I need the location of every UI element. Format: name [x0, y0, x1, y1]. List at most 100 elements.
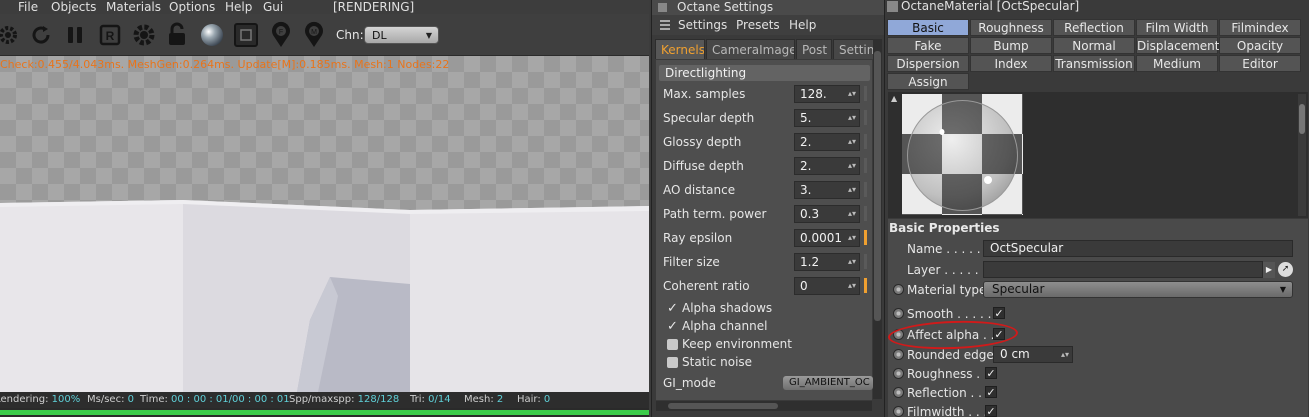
section-header-directlighting[interactable]: Directlighting: [659, 65, 870, 81]
render-viewport[interactable]: Check:0.455/4.043ms. MeshGen:0.264ms. Up…: [0, 56, 649, 392]
spinner-icon[interactable]: ▴▾: [848, 182, 856, 198]
layer-pick-cursor-icon[interactable]: ➚: [1278, 262, 1293, 277]
menu-settings[interactable]: Settings: [678, 15, 727, 35]
checkbox-row[interactable]: ✓ Alpha shadows: [667, 301, 867, 317]
setting-slider-handle[interactable]: [864, 254, 867, 269]
animate-radio-icon[interactable]: [893, 284, 904, 295]
setting-input[interactable]: 2. ▴▾: [794, 133, 860, 151]
menu-grip-icon[interactable]: [660, 19, 670, 31]
spinner-icon[interactable]: ▴▾: [848, 134, 856, 150]
checkmark-icon[interactable]: ✓: [993, 307, 1005, 319]
spinner-icon[interactable]: ▴▾: [848, 230, 856, 246]
tab-film-width[interactable]: Film Width: [1136, 19, 1218, 36]
gi-mode-dropdown[interactable]: GI_AMBIENT_OC: [783, 376, 873, 390]
setting-slider-handle[interactable]: [864, 86, 867, 101]
spinner-icon[interactable]: ▴▾: [848, 110, 856, 126]
tab-reflection[interactable]: Reflection: [1053, 19, 1135, 36]
setting-slider-handle[interactable]: [864, 110, 867, 125]
frame-icon[interactable]: [232, 21, 260, 49]
channel-select[interactable]: DL ▼: [364, 26, 439, 44]
tab-bump[interactable]: Bump: [970, 37, 1052, 54]
checkbox-icon[interactable]: [667, 339, 678, 350]
checkmark-icon[interactable]: ✓: [667, 320, 678, 333]
tab-normal[interactable]: Normal: [1053, 37, 1135, 54]
spinner-icon[interactable]: ▴▾: [1061, 347, 1069, 362]
setting-slider-handle[interactable]: [864, 230, 867, 245]
checkbox-row[interactable]: Static noise: [667, 355, 867, 371]
checkmark-icon[interactable]: ✓: [985, 405, 997, 417]
tab-roughness[interactable]: Roughness: [970, 19, 1052, 36]
menu-file[interactable]: File: [18, 0, 38, 14]
material-ball-icon[interactable]: [198, 21, 226, 49]
preview-scrollbar[interactable]: [1298, 94, 1306, 216]
tab-displacement[interactable]: Displacement: [1136, 37, 1220, 54]
menu-objects[interactable]: Objects: [51, 0, 96, 14]
setting-slider-handle[interactable]: [864, 134, 867, 149]
setting-slider-handle[interactable]: [864, 182, 867, 197]
gear-icon[interactable]: [0, 21, 22, 49]
pause-icon[interactable]: [61, 21, 89, 49]
checkbox-icon[interactable]: [667, 357, 678, 368]
setting-slider-handle[interactable]: [864, 206, 867, 221]
setting-input[interactable]: 5. ▴▾: [794, 109, 860, 127]
tab-transmission[interactable]: Transmission: [1053, 55, 1135, 72]
menu-help[interactable]: Help: [789, 15, 816, 35]
region-render-icon[interactable]: R: [96, 21, 124, 49]
tab-kernels[interactable]: Kernels: [655, 39, 705, 59]
checkmark-icon[interactable]: ✓: [985, 367, 997, 379]
menu-options[interactable]: Options: [169, 0, 215, 14]
setting-input[interactable]: 0.3 ▴▾: [794, 205, 860, 223]
checkbox-row[interactable]: Keep environment: [667, 337, 867, 353]
tab-fake-shadows[interactable]: Fake shadows: [887, 37, 969, 69]
tab-medium[interactable]: Medium: [1136, 55, 1218, 72]
settings-horizontal-scrollbar[interactable]: [656, 401, 872, 411]
menu-help[interactable]: Help: [225, 0, 252, 14]
name-input[interactable]: OctSpecular: [983, 240, 1293, 257]
tab-filmindex[interactable]: Filmindex: [1219, 19, 1301, 36]
setting-input[interactable]: 1.2 ▴▾: [794, 253, 860, 271]
tab-dispersion[interactable]: Dispersion: [887, 55, 969, 72]
material-preview[interactable]: [902, 94, 1023, 215]
rounded-edges-input[interactable]: 0 cm ▴▾: [993, 346, 1073, 363]
scroll-thumb[interactable]: [668, 403, 778, 409]
tab-editor[interactable]: Editor: [1219, 55, 1301, 72]
checkbox-row[interactable]: ✓ Alpha channel: [667, 319, 867, 335]
spinner-icon[interactable]: ▴▾: [848, 254, 856, 270]
material-type-dropdown[interactable]: Specular ▼: [983, 281, 1293, 298]
checkmark-icon[interactable]: ✓: [667, 302, 678, 315]
checkmark-icon[interactable]: ✓: [985, 386, 997, 398]
tab-post[interactable]: Post: [796, 39, 832, 59]
lock-icon[interactable]: [163, 21, 191, 49]
layer-link-arrow-icon[interactable]: ▶: [1263, 262, 1275, 278]
setting-input[interactable]: 128. ▴▾: [794, 85, 860, 103]
menu-gui[interactable]: Gui: [263, 0, 283, 14]
animate-radio-icon[interactable]: [893, 387, 904, 398]
collapse-triangle-icon[interactable]: ▲: [891, 94, 897, 103]
tab-opacity[interactable]: Opacity: [1219, 37, 1301, 54]
tab-basic[interactable]: Basic: [887, 19, 969, 36]
setting-input[interactable]: 3. ▴▾: [794, 181, 860, 199]
menu-presets[interactable]: Presets: [736, 15, 780, 35]
animate-radio-icon[interactable]: [893, 308, 904, 319]
tab-index[interactable]: Index: [970, 55, 1052, 72]
animate-radio-icon[interactable]: [893, 349, 904, 360]
spinner-icon[interactable]: ▴▾: [848, 158, 856, 174]
spinner-icon[interactable]: ▴▾: [848, 278, 856, 294]
spinner-icon[interactable]: ▴▾: [848, 206, 856, 222]
animate-radio-icon[interactable]: [893, 406, 904, 417]
tab-cameraimager[interactable]: CameraImager: [706, 39, 795, 59]
focus-pick-icon[interactable]: F: [267, 21, 295, 49]
setting-input[interactable]: 2. ▴▾: [794, 157, 860, 175]
setting-input[interactable]: 0.0001 ▴▾: [794, 229, 860, 247]
spinner-icon[interactable]: ▴▾: [848, 86, 856, 102]
scroll-thumb[interactable]: [874, 51, 881, 321]
settings-vertical-scrollbar[interactable]: [873, 39, 882, 399]
refresh-icon[interactable]: [27, 21, 55, 49]
scroll-thumb[interactable]: [1299, 104, 1305, 134]
settings-gear-icon[interactable]: [130, 21, 158, 49]
setting-slider-handle[interactable]: [864, 278, 867, 293]
setting-input[interactable]: 0 ▴▾: [794, 277, 860, 295]
layer-input[interactable]: [983, 261, 1263, 278]
animate-radio-icon[interactable]: [893, 368, 904, 379]
material-pick-icon[interactable]: M: [300, 21, 328, 49]
